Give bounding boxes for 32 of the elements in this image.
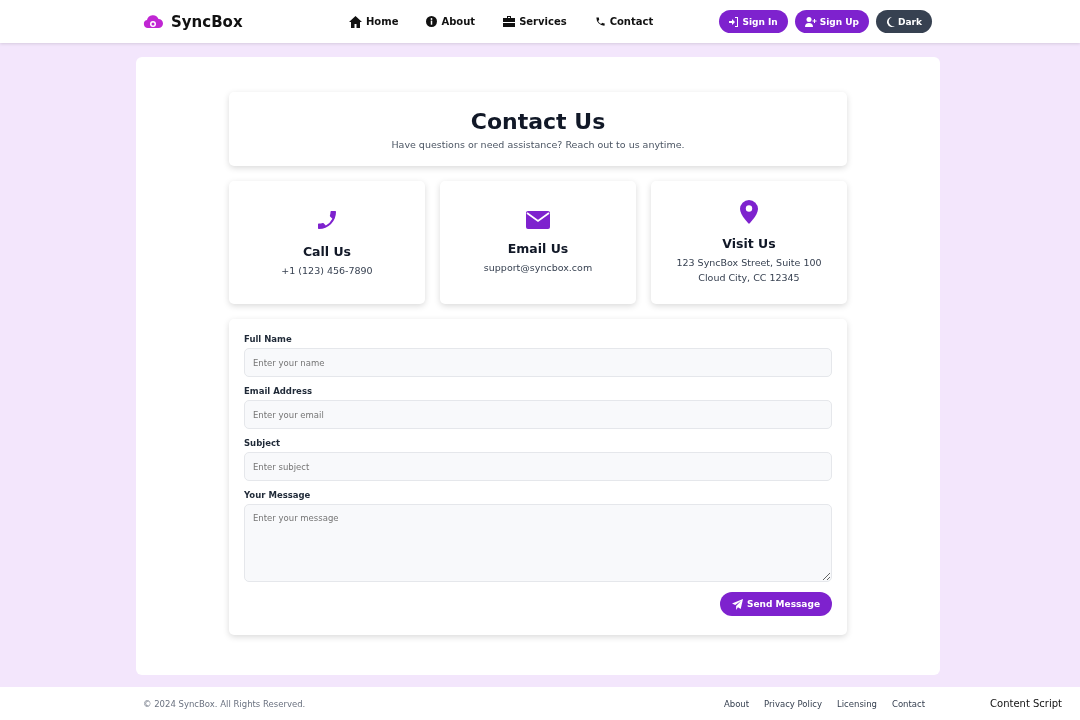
page-title: Contact Us (470, 108, 606, 134)
footer-link[interactable]: Privacy Policy (764, 698, 822, 709)
header-button[interactable]: Sign In (719, 10, 788, 33)
copyright-text: © 2024 SyncBox. All Rights Reserved. (143, 698, 306, 709)
footer-link[interactable]: Contact (891, 698, 926, 709)
footer-link[interactable]: Licensing (837, 698, 877, 709)
card-text: 123 SyncBox Street, Suite 100 (676, 256, 822, 270)
nav-link[interactable]: About (426, 15, 476, 28)
field-label: Email Address (244, 386, 313, 396)
footer-link[interactable]: About (723, 698, 750, 709)
brand-name[interactable]: SyncBox (171, 12, 243, 31)
field-label: Your Message (244, 490, 312, 500)
field-label: Subject (244, 438, 282, 448)
footer-label: Content Script (990, 698, 1062, 709)
nav-link[interactable]: Home (349, 15, 399, 28)
input-field[interactable]: Enter your email (244, 400, 832, 429)
field-label: Full Name (244, 334, 293, 344)
nav-link[interactable]: Contact (594, 15, 654, 28)
message-field[interactable]: Enter your message (244, 504, 832, 582)
card-title: Visit Us (722, 236, 776, 251)
card-text: Cloud City, CC 12345 (698, 271, 800, 285)
card-title: Call Us (302, 243, 352, 259)
page-subtitle: Have questions or need assistance? Reach out to us anytime. (391, 138, 685, 150)
header-button[interactable]: Dark (876, 10, 932, 33)
nav-link[interactable]: Services (503, 15, 567, 28)
card-title: Email Us (507, 240, 569, 256)
header-button[interactable]: Sign Up (794, 10, 870, 33)
card-text: +1 (123) 456-7890 (281, 263, 373, 278)
card-text: support@syncbox.com (483, 260, 593, 275)
send-button[interactable]: Send Message (720, 592, 832, 616)
input-field[interactable]: Enter your name (244, 348, 832, 377)
input-field[interactable]: Enter subject (244, 452, 832, 481)
